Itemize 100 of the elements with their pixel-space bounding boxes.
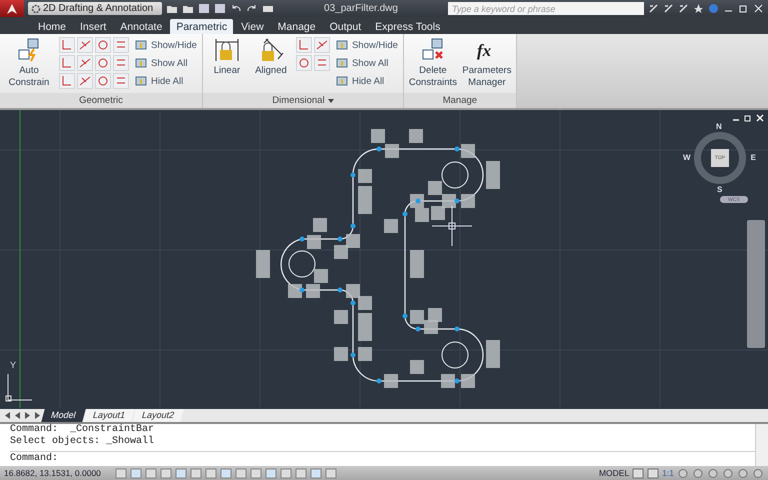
drafting-toggle-icon[interactable] — [325, 468, 337, 478]
ribbon-tool[interactable]: Hide All — [135, 73, 197, 89]
drafting-toggle-icon[interactable] — [310, 468, 322, 478]
drafting-toggle-icon[interactable] — [295, 468, 307, 478]
axis-label: Y — [10, 360, 16, 370]
ribbon-tool[interactable]: Hide All — [336, 73, 398, 89]
folder-icon[interactable] — [182, 3, 194, 14]
ribbon-tool[interactable]: Show All — [336, 55, 398, 71]
constraint-tool-icon[interactable] — [113, 73, 129, 89]
redo-icon[interactable] — [246, 3, 258, 14]
status-tool-icon[interactable] — [692, 468, 704, 478]
ucs-axis-icon — [6, 374, 32, 402]
constraint-tool-icon[interactable] — [296, 37, 312, 53]
fx-icon: fx — [474, 37, 500, 63]
lock-dimension-icon — [214, 37, 240, 63]
folder-icon[interactable] — [166, 3, 178, 14]
status-tool-icon[interactable] — [677, 468, 689, 478]
ribbon-tab[interactable]: Home — [32, 19, 72, 34]
constraint-bar-icon — [336, 75, 349, 87]
constraint-tool-icon[interactable] — [59, 55, 75, 71]
constraint-tool-icon[interactable] — [95, 37, 111, 53]
constraint-tool-icon[interactable] — [113, 55, 129, 71]
constraint-bar-icon — [135, 75, 148, 87]
drafting-toggle-icon[interactable] — [205, 468, 217, 478]
ribbon-tab[interactable]: Express Tools — [369, 19, 446, 34]
drafting-toggle-icon[interactable] — [280, 468, 292, 478]
ribbon-tool[interactable]: Show/Hide — [336, 37, 398, 53]
panel-title[interactable]: Dimensional — [202, 93, 403, 108]
crosshair-cursor-icon — [432, 206, 472, 246]
command-history-line: Command: _ConstraintBar — [10, 424, 156, 436]
layout-tab[interactable]: Model — [41, 409, 86, 422]
file-name: 03_parFilter.dwg — [323, 3, 399, 14]
drafting-toggle-icon[interactable] — [160, 468, 172, 478]
layout-view-icon[interactable] — [647, 468, 660, 478]
constraint-tool-icon[interactable] — [77, 37, 93, 53]
status-tool-icon[interactable] — [707, 468, 719, 478]
ribbon-tab[interactable]: Insert — [74, 19, 112, 34]
close-icon[interactable] — [753, 3, 764, 14]
panel-title[interactable]: Geometric — [0, 93, 202, 108]
restore-icon[interactable] — [744, 114, 752, 122]
ribbon-tab[interactable]: Parametric — [170, 19, 234, 34]
compass-letter: N — [716, 122, 722, 131]
constraint-bar-icon — [135, 39, 148, 51]
constraint-tool-icon[interactable] — [59, 37, 75, 53]
help-icon[interactable] — [708, 3, 719, 14]
constraint-tool-icon[interactable] — [77, 73, 93, 89]
logo-icon — [6, 2, 18, 14]
status-tool-icon[interactable] — [737, 468, 749, 478]
ribbon-tab[interactable]: Annotate — [114, 19, 168, 34]
constraint-bar-icon — [336, 57, 349, 69]
constrained-part-drawing[interactable] — [256, 129, 500, 388]
constraint-tool-icon[interactable] — [314, 55, 330, 71]
caret-icon — [328, 98, 334, 102]
ribbon-tool[interactable]: Auto Constrain — [5, 37, 53, 93]
drafting-toggle-icon[interactable] — [250, 468, 262, 478]
ribbon-tool[interactable]: Aligned — [252, 37, 290, 93]
drafting-toggle-icon[interactable] — [175, 468, 187, 478]
drafting-toggle-icon[interactable] — [220, 468, 232, 478]
constraint-tool-icon[interactable] — [113, 37, 129, 53]
drafting-toggle-icon[interactable] — [130, 468, 142, 478]
ribbon-tab[interactable]: Output — [324, 19, 368, 34]
ribbon-tool[interactable]: fx Parameters Manager — [462, 37, 511, 93]
close-icon[interactable] — [756, 114, 764, 122]
star-icon[interactable] — [693, 3, 704, 14]
ribbon-tool[interactable]: Delete Constraints — [408, 37, 457, 93]
workspace-dropdown[interactable]: 2D Drafting & Annotation — [28, 2, 162, 15]
drafting-toggle-icon[interactable] — [115, 468, 127, 478]
application-menu-button[interactable] — [0, 0, 24, 17]
compass-letter: E — [750, 153, 756, 162]
ribbon-tool[interactable]: Show/Hide — [135, 37, 197, 53]
coordinates: 16.8682, 13.1531, 0.0000 — [4, 468, 102, 478]
scroll-bar[interactable] — [755, 424, 768, 466]
panel-title[interactable]: Manage — [404, 93, 516, 108]
undo-icon[interactable] — [230, 3, 242, 14]
restore-icon[interactable] — [738, 3, 749, 14]
search-field[interactable]: Type a keyword or phrase — [448, 2, 644, 15]
status-tool-icon[interactable] — [722, 468, 734, 478]
constraint-tool-icon[interactable] — [95, 73, 111, 89]
layout-view-icon[interactable] — [632, 468, 644, 478]
ribbon-tool[interactable]: Show All — [135, 55, 197, 71]
constraint-tool-icon[interactable] — [59, 73, 75, 89]
constraint-tool-icon[interactable] — [95, 55, 111, 71]
model-space-label[interactable]: MODEL — [598, 468, 630, 478]
drafting-toggle-icon[interactable] — [145, 468, 157, 478]
layout-tab[interactable]: Layout1 — [82, 409, 134, 422]
constraint-tool-icon[interactable] — [296, 55, 312, 71]
status-tool-icon[interactable] — [752, 468, 764, 478]
ribbon-tab[interactable]: View — [235, 19, 270, 34]
ribbon-tab[interactable]: Manage — [272, 19, 322, 34]
constraint-bar-icon — [336, 39, 349, 51]
layout-tab[interactable]: Layout2 — [132, 409, 184, 422]
command-history-line: Select objects: _Showall — [10, 436, 156, 448]
drafting-toggle-icon[interactable] — [235, 468, 247, 478]
gear-icon — [31, 4, 41, 14]
ribbon-tool[interactable]: Linear — [208, 37, 246, 93]
drafting-toggle-icon[interactable] — [190, 468, 202, 478]
constraint-tool-icon[interactable] — [77, 55, 93, 71]
constraint-tool-icon[interactable] — [314, 37, 330, 53]
compass-letter: S — [717, 185, 722, 194]
drafting-toggle-icon[interactable] — [265, 468, 277, 478]
